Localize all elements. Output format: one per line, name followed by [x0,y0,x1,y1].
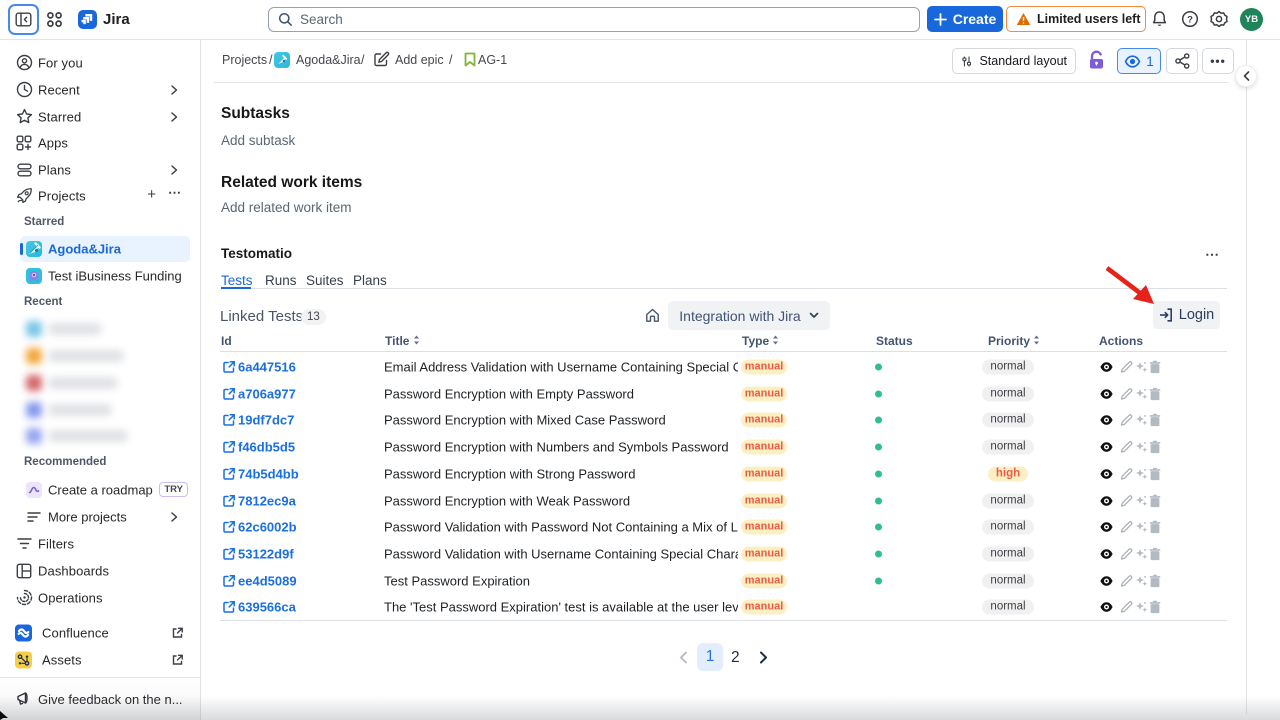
svg-text:?: ? [1187,14,1193,25]
